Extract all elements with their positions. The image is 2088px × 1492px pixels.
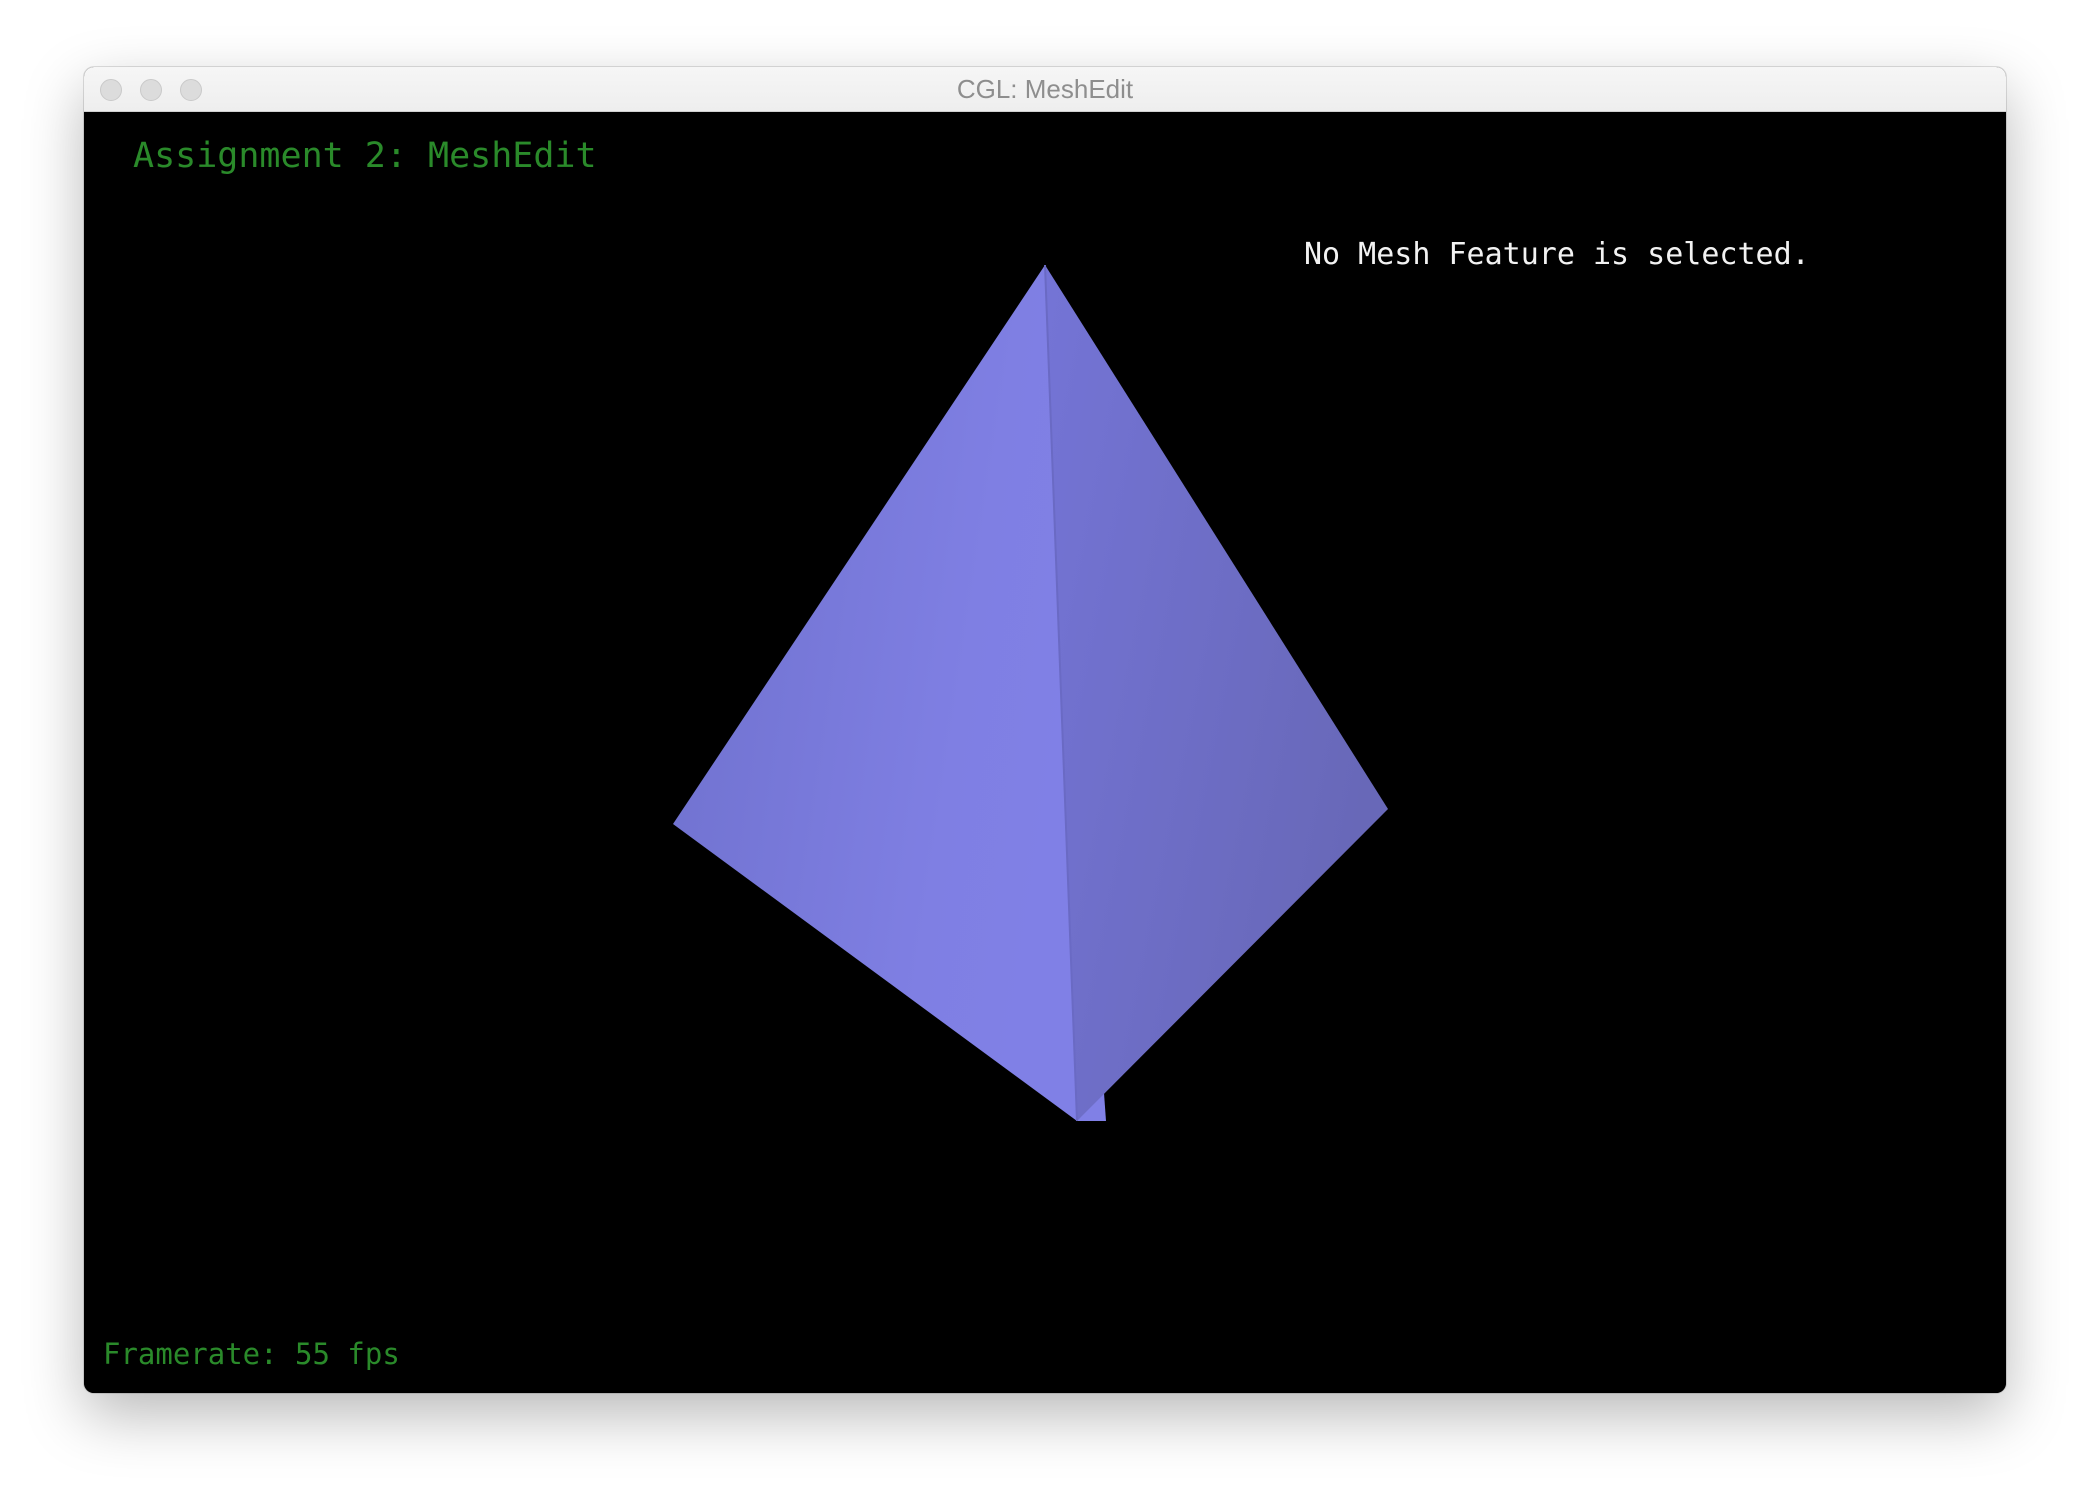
- mesh-face-left[interactable]: [673, 265, 1106, 1121]
- tetrahedron-mesh[interactable]: [84, 112, 2006, 1393]
- mesh-face-right[interactable]: [1045, 265, 1388, 1121]
- framerate-readout: Framerate: 55 fps: [103, 1337, 400, 1371]
- render-viewport[interactable]: Assignment 2: MeshEdit No Mesh Feature i…: [84, 112, 2006, 1393]
- app-window: CGL: MeshEdit Assignment 2: MeshEdit No …: [84, 67, 2006, 1393]
- title-bar[interactable]: CGL: MeshEdit: [84, 67, 2006, 112]
- window-title: CGL: MeshEdit: [956, 74, 1134, 104]
